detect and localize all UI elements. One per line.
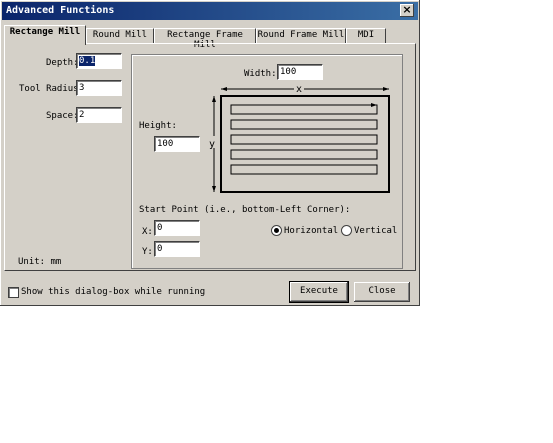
- y-label: Y:: [142, 247, 153, 257]
- width-label: Width:: [244, 69, 277, 79]
- toolpath-pass: [230, 119, 378, 130]
- close-button[interactable]: Close: [354, 282, 410, 302]
- horizontal-label: Horizontal: [284, 226, 339, 236]
- horizontal-radio[interactable]: [271, 225, 282, 236]
- width-field[interactable]: 100: [277, 64, 323, 80]
- height-label: Height:: [139, 121, 177, 131]
- title-bar[interactable]: Advanced Functions ×: [2, 2, 418, 20]
- y-field[interactable]: 0: [154, 241, 200, 257]
- toolpath-diagram: x y: [208, 83, 390, 193]
- height-field[interactable]: 100: [154, 136, 200, 152]
- tab-rectange-frame-mill[interactable]: Rectange Frame Mill: [154, 28, 256, 50]
- tab-rectange-mill[interactable]: Rectange Mill: [4, 25, 86, 45]
- toolpath-end-arrow: [371, 103, 377, 107]
- vertical-radio[interactable]: [341, 225, 352, 236]
- space-field[interactable]: 2: [76, 107, 122, 123]
- y-arrow-bottom: [212, 186, 216, 192]
- tab-round-mill[interactable]: Round Mill: [86, 28, 154, 44]
- toolpath-pass: [230, 134, 378, 145]
- tool-radius-field[interactable]: 3: [76, 80, 122, 96]
- depth-field[interactable]: 0.1: [76, 53, 122, 69]
- advanced-functions-dialog: Advanced Functions × Rectange Mill Round…: [0, 0, 420, 306]
- depth-label: Depth:: [46, 58, 79, 68]
- toolpath-pass: [230, 164, 378, 175]
- tab-round-frame-mill[interactable]: Round Frame Mill: [256, 28, 346, 44]
- axis-y-label: y: [209, 139, 215, 150]
- space-label: Space:: [46, 111, 79, 121]
- tool-radius-label: Tool Radius:: [19, 84, 85, 94]
- x-arrow-left: [221, 87, 227, 91]
- y-arrow-top: [212, 96, 216, 102]
- x-label: X:: [142, 227, 153, 237]
- tab-mdi[interactable]: MDI: [346, 28, 386, 44]
- unit-label: Unit: mm: [18, 257, 62, 267]
- vertical-label: Vertical: [354, 226, 398, 236]
- close-icon[interactable]: ×: [400, 4, 414, 17]
- x-field[interactable]: 0: [154, 220, 200, 236]
- toolpath-pass: [230, 149, 378, 160]
- show-dialog-label: Show this dialog-box while running: [21, 287, 206, 297]
- dialog-title: Advanced Functions: [6, 5, 115, 16]
- show-dialog-checkbox[interactable]: [8, 287, 19, 298]
- axis-x-label: x: [296, 84, 302, 95]
- execute-button[interactable]: Execute: [289, 281, 349, 303]
- start-point-label: Start Point (i.e., bottom-Left Corner):: [139, 205, 351, 215]
- x-arrow-right: [383, 87, 389, 91]
- toolpath-pass: [230, 104, 378, 115]
